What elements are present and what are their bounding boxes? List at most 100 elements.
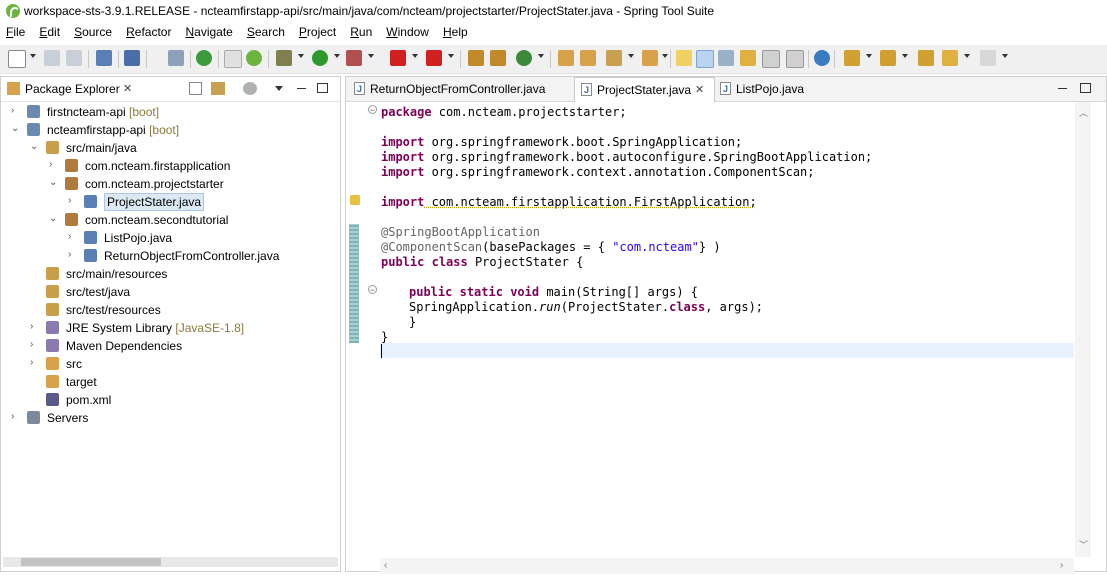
new-java-project-icon[interactable] — [468, 50, 484, 66]
expand-toggle-icon[interactable]: › — [11, 106, 21, 116]
tree-item[interactable]: src/test/resources — [1, 301, 331, 319]
block-selection-icon[interactable] — [740, 50, 756, 66]
vertical-scrollbar[interactable]: ︿ ﹀ — [1075, 102, 1091, 557]
last-edit-location-icon[interactable] — [918, 50, 934, 66]
globe-icon[interactable] — [814, 50, 830, 66]
spring-boot-run-icon[interactable] — [246, 50, 262, 66]
fold-toggle-icon[interactable]: − — [368, 105, 377, 115]
horizontal-scrollbar[interactable]: ‹ › — [380, 558, 1074, 574]
expand-toggle-icon[interactable]: › — [68, 196, 78, 206]
tree-item[interactable]: › firstncteam-api [boot] — [1, 103, 331, 121]
open-type-icon[interactable] — [558, 50, 574, 66]
expand-toggle-icon[interactable]: ⌄ — [49, 214, 59, 224]
fold-toggle-icon[interactable]: − — [368, 285, 377, 295]
scroll-up-icon[interactable]: ︿ — [1079, 106, 1088, 119]
tree-item[interactable]: ⌄ ncteamfirstapp-api [boot] — [1, 121, 331, 139]
link-with-editor-icon[interactable] — [211, 82, 225, 95]
scrollbar-thumb[interactable] — [21, 558, 161, 566]
menu-run[interactable]: Run — [344, 23, 380, 43]
tree-item[interactable]: ⌄ com.ncteam.projectstarter — [1, 175, 331, 193]
print-icon[interactable] — [96, 50, 112, 66]
new-class-icon[interactable] — [516, 50, 532, 66]
expand-toggle-icon[interactable]: › — [30, 322, 40, 332]
tab-listpojo[interactable]: J ListPojo.java — [716, 77, 826, 101]
expand-toggle-icon[interactable]: ⌄ — [49, 178, 59, 188]
maximize-icon[interactable] — [1080, 83, 1091, 93]
show-whitespace-icon[interactable] — [762, 50, 780, 68]
tree-item[interactable]: › Servers — [1, 409, 331, 427]
expand-toggle-icon[interactable]: › — [68, 250, 78, 260]
focus-on-active-task-icon[interactable] — [243, 82, 257, 95]
maximize-icon[interactable] — [317, 83, 328, 93]
code-editor[interactable]: − − package com.ncteam.projectstarter; i… — [346, 102, 1106, 574]
open-folder-icon[interactable] — [642, 50, 658, 66]
back-icon[interactable] — [942, 50, 958, 66]
forward-icon[interactable] — [980, 50, 996, 66]
tree-item[interactable]: › ReturnObjectFromController.java — [1, 247, 331, 265]
tree-item[interactable]: › ProjectStater.java — [1, 193, 331, 211]
search-icon[interactable] — [606, 50, 622, 66]
relaunch-icon[interactable] — [224, 50, 242, 68]
menu-refactor[interactable]: Refactor — [120, 23, 179, 43]
skip-breakpoints-icon[interactable] — [168, 50, 184, 66]
save-icon[interactable] — [44, 50, 60, 66]
menu-navigate[interactable]: Navigate — [179, 23, 240, 43]
menu-help[interactable]: Help — [437, 23, 476, 43]
minimize-icon[interactable] — [297, 88, 306, 89]
open-task-icon[interactable] — [580, 50, 596, 66]
tab-projectstater[interactable]: J ProjectStater.java ✕ — [574, 77, 715, 102]
expand-toggle-icon[interactable]: › — [30, 340, 40, 350]
menu-source[interactable]: Source — [68, 23, 120, 43]
horizontal-scrollbar[interactable] — [3, 557, 338, 567]
save-all-icon[interactable] — [66, 50, 82, 66]
tree-item[interactable]: › com.ncteam.firstapplication — [1, 157, 331, 175]
next-edit-icon[interactable] — [844, 50, 860, 66]
close-icon[interactable]: ✕ — [123, 82, 132, 95]
menu-file[interactable]: File — [0, 23, 33, 43]
expand-toggle-icon[interactable]: › — [30, 358, 40, 368]
tree-item[interactable]: src/test/java — [1, 283, 331, 301]
new-package-icon[interactable] — [490, 50, 506, 66]
pilcrow-icon[interactable] — [786, 50, 804, 68]
tree-item[interactable]: ⌄ src/main/java — [1, 139, 331, 157]
debug-icon[interactable] — [276, 50, 292, 66]
expand-toggle-icon[interactable]: › — [11, 412, 21, 422]
minimize-icon[interactable] — [1058, 88, 1067, 89]
tree-item[interactable]: › src — [1, 355, 331, 373]
expand-toggle-icon[interactable]: ⌄ — [11, 124, 21, 134]
tree-item[interactable]: ⌄ com.ncteam.secondtutorial — [1, 211, 331, 229]
expand-toggle-icon[interactable]: › — [49, 160, 59, 170]
next-annotation-icon[interactable] — [718, 50, 734, 66]
warning-icon[interactable] — [350, 195, 360, 205]
scroll-down-icon[interactable]: ﹀ — [1079, 538, 1088, 551]
scroll-right-icon[interactable]: › — [1060, 560, 1063, 571]
tab-returnobjectfromcontroller[interactable]: J ReturnObjectFromController.java — [346, 77, 572, 101]
terminate-icon[interactable] — [426, 50, 442, 66]
expand-toggle-icon[interactable]: › — [68, 232, 78, 242]
toggle-mark-occurrences-icon[interactable] — [676, 50, 692, 66]
external-tools-icon[interactable] — [346, 50, 362, 66]
tree-item[interactable]: › Maven Dependencies — [1, 337, 331, 355]
close-icon[interactable]: ✕ — [695, 83, 704, 96]
menu-search[interactable]: Search — [241, 23, 293, 43]
scroll-left-icon[interactable]: ‹ — [384, 560, 387, 571]
tree-item[interactable]: pom.xml — [1, 391, 331, 409]
tree-item[interactable]: › ListPojo.java — [1, 229, 331, 247]
tree-item[interactable]: › JRE System Library [JavaSE-1.8] — [1, 319, 331, 337]
toggle-highlight-icon[interactable] — [696, 50, 714, 68]
menu-project[interactable]: Project — [293, 23, 344, 43]
open-console-icon[interactable] — [124, 50, 140, 66]
view-menu-icon[interactable] — [275, 86, 283, 91]
menu-edit[interactable]: Edit — [33, 23, 68, 43]
tree-item[interactable]: src/main/resources — [1, 265, 331, 283]
run-icon[interactable] — [312, 50, 328, 66]
boot-dashboard-icon[interactable] — [196, 50, 212, 66]
collapse-all-icon[interactable] — [189, 82, 202, 95]
menu-window[interactable]: Window — [380, 23, 437, 43]
tab-package-explorer[interactable]: Package Explorer ✕ — [1, 77, 139, 101]
new-icon[interactable] — [8, 50, 26, 68]
new-dropdown-icon[interactable] — [30, 54, 36, 58]
stop-icon[interactable] — [390, 50, 406, 66]
previous-edit-icon[interactable] — [880, 50, 896, 66]
tree-item[interactable]: target — [1, 373, 331, 391]
